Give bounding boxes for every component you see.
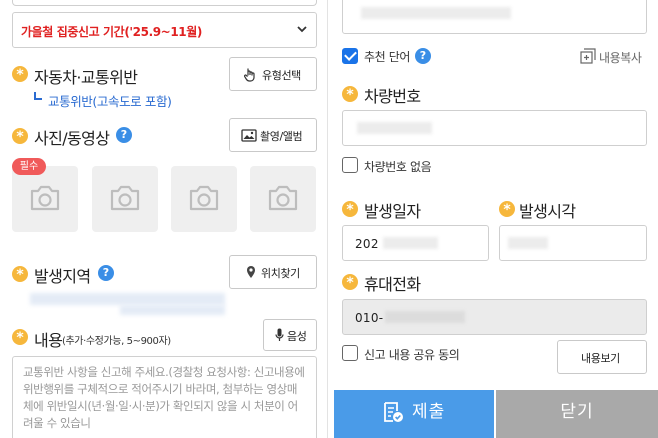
- location-section-label: 발생지역: [34, 267, 91, 286]
- masked-address: [30, 293, 225, 305]
- date-input[interactable]: 202: [342, 225, 489, 261]
- masked-text: [361, 7, 511, 19]
- masked-plate: [357, 122, 432, 134]
- share-consent-checkbox[interactable]: [342, 345, 358, 361]
- capture-album-button[interactable]: 촬영/앨범: [229, 118, 317, 152]
- required-star-icon: [342, 86, 358, 103]
- right-panel: 추천 단어 ? 내용복사 차량번호 차량번호 없음 발생일자 발생시각 202 …: [328, 0, 658, 438]
- required-badge: 필수: [12, 158, 46, 175]
- photo-slot[interactable]: [250, 166, 316, 232]
- type-select-label: 유형선택: [262, 69, 301, 82]
- required-star-icon: [12, 66, 28, 83]
- document-check-icon: [384, 402, 403, 422]
- masked-time: [508, 237, 548, 249]
- required-star-icon: [342, 274, 358, 291]
- submit-button[interactable]: 제출: [334, 390, 494, 438]
- content-section-label: 내용: [34, 331, 63, 350]
- no-plate-checkbox[interactable]: [342, 157, 358, 173]
- close-label: 닫기: [560, 402, 594, 422]
- find-location-button[interactable]: 위치찾기: [229, 255, 317, 289]
- submit-label: 제출: [412, 402, 446, 422]
- voice-input-label: 음성: [287, 330, 307, 343]
- copy-icon[interactable]: [580, 48, 596, 64]
- view-content-button[interactable]: 내용보기: [557, 340, 647, 374]
- location-pin-icon: [247, 266, 255, 278]
- camera-icon: [110, 185, 140, 211]
- previous-textarea-bottom[interactable]: [342, 0, 647, 34]
- photo-slot[interactable]: [12, 166, 78, 232]
- masked-date: [383, 237, 438, 249]
- phone-value: 010-: [355, 311, 384, 325]
- photo-section-label: 사진/동영상: [34, 129, 110, 148]
- camera-icon: [189, 185, 219, 211]
- camera-icon: [30, 185, 60, 211]
- recommend-words-checkbox[interactable]: [342, 48, 358, 64]
- share-consent-label: 신고 내용 공유 동의: [364, 348, 460, 362]
- vehicle-section-label: 자동차·교통위반: [34, 68, 138, 87]
- photo-slot[interactable]: [171, 166, 237, 232]
- required-star-icon: [12, 329, 28, 346]
- phone-section-label: 휴대전화: [364, 275, 421, 294]
- report-period-value: 가을철 집중신고 기간('25.9~11월): [21, 25, 202, 39]
- view-content-label: 내용보기: [581, 352, 620, 365]
- time-input[interactable]: [499, 225, 647, 261]
- type-select-button[interactable]: 유형선택: [229, 57, 317, 91]
- hand-pointer-icon: [243, 68, 255, 82]
- capture-album-label: 촬영/앨범: [260, 130, 303, 143]
- report-period-select[interactable]: 가을철 집중신고 기간('25.9~11월): [12, 12, 317, 48]
- voice-input-button[interactable]: 음성: [263, 319, 317, 351]
- required-star-icon: [499, 201, 515, 218]
- masked-address: [120, 305, 225, 315]
- date-section-label: 발생일자: [364, 202, 421, 221]
- violation-subtype-link[interactable]: 교통위반(고속도로 포함): [48, 91, 172, 110]
- required-star-icon: [12, 128, 28, 145]
- location-help-icon[interactable]: ?: [98, 265, 114, 281]
- recommend-help-icon[interactable]: ?: [415, 48, 431, 64]
- time-section-label: 발생시각: [519, 202, 576, 221]
- plate-number-input[interactable]: [342, 110, 647, 146]
- phone-input: 010-: [342, 299, 647, 335]
- date-value: 202: [355, 237, 379, 251]
- microphone-icon: [275, 328, 284, 341]
- no-plate-label: 차량번호 없음: [364, 160, 432, 174]
- previous-field-bottom: [12, 0, 317, 6]
- close-button[interactable]: 닫기: [496, 390, 658, 438]
- masked-phone: [385, 311, 465, 323]
- camera-icon: [268, 185, 298, 211]
- photo-slot[interactable]: [92, 166, 158, 232]
- left-panel: 가을철 집중신고 기간('25.9~11월) 자동차·교통위반 유형선택 교통위…: [0, 0, 328, 438]
- required-star-icon: [12, 266, 28, 283]
- photo-help-icon[interactable]: ?: [116, 127, 132, 143]
- image-icon: [241, 129, 257, 142]
- chevron-down-icon: [297, 26, 307, 33]
- recommend-words-label: 추천 단어: [364, 50, 410, 64]
- content-length-hint: (추가·수정가능, 5~900자): [62, 336, 171, 347]
- content-textarea[interactable]: 교통위반 사항을 신고해 주세요.(경찰청 요청사항: 신고내용에 위반행위를 …: [12, 356, 317, 438]
- plate-section-label: 차량번호: [364, 87, 421, 106]
- copy-content-button[interactable]: 내용복사: [599, 49, 642, 66]
- sub-arrow-icon: [34, 92, 42, 100]
- find-location-label: 위치찾기: [261, 267, 300, 280]
- required-star-icon: [342, 201, 358, 218]
